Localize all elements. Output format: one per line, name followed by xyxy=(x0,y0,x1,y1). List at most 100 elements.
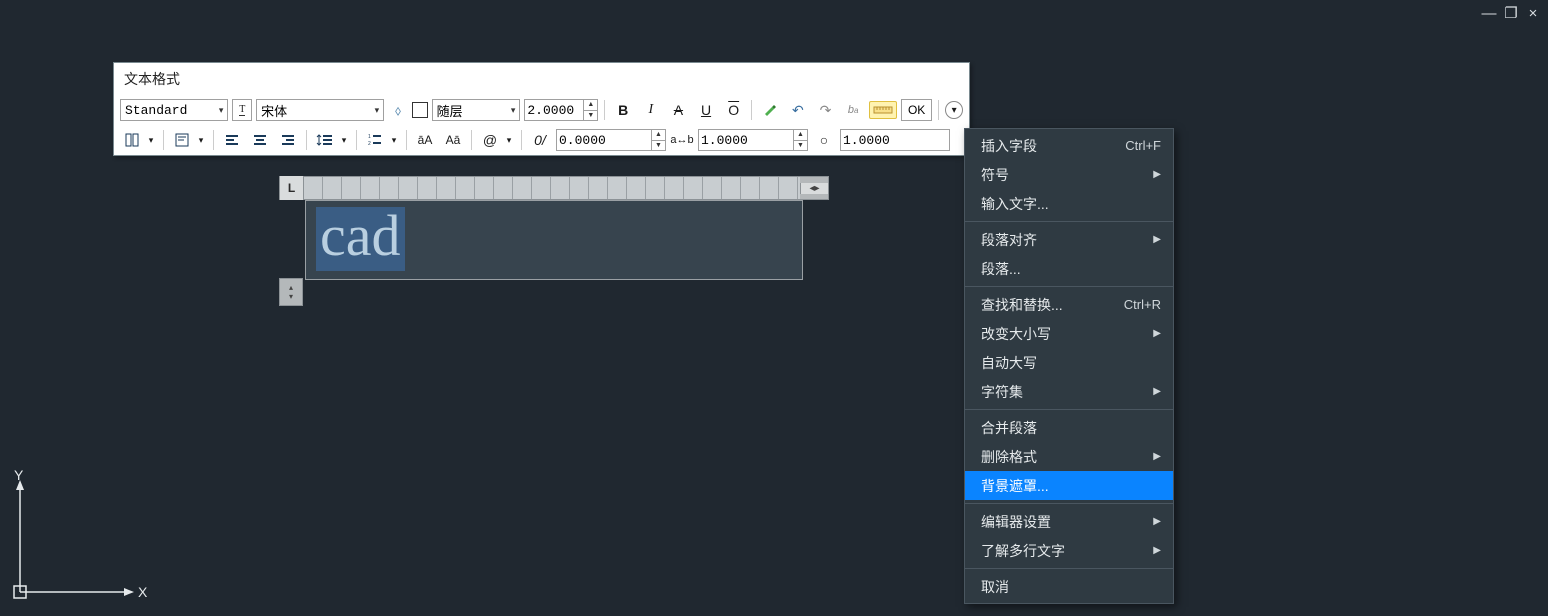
separator xyxy=(751,100,752,120)
submenu-arrow-icon: ▶ xyxy=(1153,516,1161,527)
oblique-input[interactable] xyxy=(840,129,950,151)
menu-item[interactable]: 字符集▶ xyxy=(965,377,1173,406)
columns-button[interactable] xyxy=(120,129,144,151)
restore-button[interactable]: ❐ xyxy=(1504,6,1518,20)
oblique-angle-icon: 0/ xyxy=(528,129,552,151)
align-left-button[interactable] xyxy=(220,129,244,151)
bold-button[interactable]: B xyxy=(611,99,635,121)
menu-item-label: 自动大写 xyxy=(981,353,1161,373)
spin-up[interactable]: ▲ xyxy=(584,100,597,111)
ruler-handle-right[interactable]: ◂▸ xyxy=(800,183,828,194)
separator xyxy=(163,130,164,150)
menu-item[interactable]: 查找和替换...Ctrl+R xyxy=(965,290,1173,319)
menu-item[interactable]: 删除格式▶ xyxy=(965,442,1173,471)
symbol-dropdown[interactable]: ▾ xyxy=(503,129,515,151)
width-factor-input[interactable]: ▲▼ xyxy=(698,129,808,151)
undo-button[interactable]: ↶ xyxy=(786,99,810,121)
minimize-button[interactable]: — xyxy=(1482,6,1496,20)
menu-item[interactable]: 段落对齐▶ xyxy=(965,225,1173,254)
tracking-input[interactable]: ▲▼ xyxy=(556,129,666,151)
tab-marker[interactable]: L xyxy=(280,176,304,200)
menu-item[interactable]: 背景遮罩... xyxy=(965,471,1173,500)
uppercase-button[interactable]: āA xyxy=(413,129,437,151)
color-swatch[interactable] xyxy=(412,102,428,118)
spin-up[interactable]: ▲ xyxy=(652,130,665,141)
menu-item[interactable]: 输入文字... xyxy=(965,189,1173,218)
style-value: Standard xyxy=(125,103,187,118)
menu-item[interactable]: 取消 xyxy=(965,572,1173,601)
menu-item[interactable]: 自动大写 xyxy=(965,348,1173,377)
ruler-bar[interactable] xyxy=(304,177,800,199)
mtext-justify-dropdown[interactable]: ▾ xyxy=(195,129,207,151)
numbering-button[interactable]: 12 xyxy=(363,129,387,151)
mtext-justify-button[interactable] xyxy=(170,129,194,151)
symbol-button[interactable]: @ xyxy=(478,129,502,151)
annotative-icon[interactable]: ⬨ xyxy=(388,99,408,121)
submenu-arrow-icon: ▶ xyxy=(1153,328,1161,339)
menu-item[interactable]: 了解多行文字▶ xyxy=(965,536,1173,565)
font-select[interactable]: 宋体 ▾ xyxy=(256,99,384,121)
separator xyxy=(213,130,214,150)
overline-button[interactable]: O xyxy=(722,99,746,121)
submenu-arrow-icon: ▶ xyxy=(1153,451,1161,462)
ucs-x-label: X xyxy=(138,584,148,600)
menu-item-label: 字符集 xyxy=(981,382,1153,402)
menu-item[interactable]: 改变大小写▶ xyxy=(965,319,1173,348)
ok-button[interactable]: OK xyxy=(901,99,932,121)
svg-text:2: 2 xyxy=(368,141,371,147)
font-prefix-icon: T xyxy=(232,99,252,121)
menu-separator xyxy=(965,503,1173,504)
ruler[interactable]: L ◂▸ xyxy=(279,176,829,200)
spin-down[interactable]: ▼ xyxy=(652,141,665,151)
highlight-button[interactable] xyxy=(758,99,782,121)
line-spacing-dropdown[interactable]: ▾ xyxy=(338,129,350,151)
text-height-field[interactable] xyxy=(525,100,583,120)
menu-item-label: 合并段落 xyxy=(981,418,1161,438)
menu-item-label: 插入字段 xyxy=(981,136,1125,156)
text-height-input[interactable]: ▲▼ xyxy=(524,99,598,121)
menu-item[interactable]: 插入字段Ctrl+F xyxy=(965,131,1173,160)
selected-text[interactable]: cad xyxy=(316,207,405,271)
align-right-button[interactable] xyxy=(276,129,300,151)
style-select[interactable]: Standard ▾ xyxy=(120,99,228,121)
menu-item-label: 段落对齐 xyxy=(981,230,1153,250)
oblique-field[interactable] xyxy=(841,130,935,150)
menu-item-label: 背景遮罩... xyxy=(981,476,1161,496)
columns-dropdown[interactable]: ▾ xyxy=(145,129,157,151)
menu-shortcut: Ctrl+R xyxy=(1124,297,1161,312)
menu-item-label: 符号 xyxy=(981,165,1153,185)
menu-separator xyxy=(965,286,1173,287)
menu-item-label: 了解多行文字 xyxy=(981,541,1153,561)
underline-button[interactable]: U xyxy=(694,99,718,121)
menu-item[interactable]: 符号▶ xyxy=(965,160,1173,189)
menu-item[interactable]: 编辑器设置▶ xyxy=(965,507,1173,536)
lowercase-button[interactable]: Aā xyxy=(441,129,465,151)
redo-button[interactable]: ↷ xyxy=(814,99,838,121)
line-spacing-button[interactable] xyxy=(313,129,337,151)
align-center-button[interactable] xyxy=(248,129,272,151)
text-format-panel: 文本格式 Standard ▾ T 宋体 ▾ ⬨ 随层 ▾ ▲▼ B I A U… xyxy=(113,62,970,156)
numbering-dropdown[interactable]: ▾ xyxy=(388,129,400,151)
separator xyxy=(521,130,522,150)
stack-button[interactable]: ba xyxy=(841,99,865,121)
menu-item[interactable]: 段落... xyxy=(965,254,1173,283)
width-factor-field[interactable] xyxy=(699,130,793,150)
submenu-arrow-icon: ▶ xyxy=(1153,169,1161,180)
layer-color-select[interactable]: 随层 ▾ xyxy=(432,99,521,121)
panel-title: 文本格式 xyxy=(114,63,969,95)
strikethrough-button[interactable]: A xyxy=(667,99,691,121)
spin-down[interactable]: ▼ xyxy=(794,141,807,151)
spin-up[interactable]: ▲ xyxy=(794,130,807,141)
text-box[interactable]: cad xyxy=(305,200,803,280)
separator xyxy=(306,130,307,150)
menu-item-label: 取消 xyxy=(981,577,1161,597)
options-button[interactable]: ▾ xyxy=(945,101,963,119)
italic-button[interactable]: I xyxy=(639,99,663,121)
ruler-button[interactable] xyxy=(869,101,897,119)
close-button[interactable]: × xyxy=(1526,6,1540,20)
menu-item[interactable]: 合并段落 xyxy=(965,413,1173,442)
ruler-handle-bottom[interactable]: ▴▾ xyxy=(279,278,303,306)
tracking-field[interactable] xyxy=(557,130,651,150)
spin-down[interactable]: ▼ xyxy=(584,111,597,121)
oblique-icon: ○ xyxy=(812,129,836,151)
